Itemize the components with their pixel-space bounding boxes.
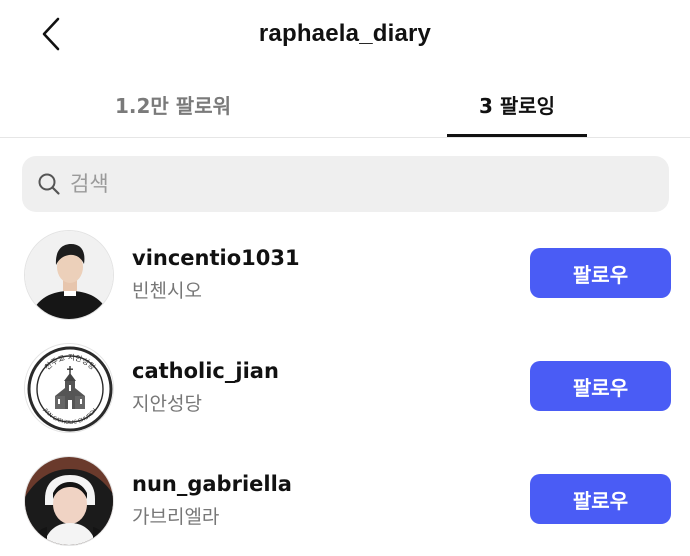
tab-bar: 1.2만 팔로워 3 팔로잉: [0, 70, 690, 138]
full-name: 빈첸시오: [132, 280, 202, 302]
full-name: 지안성당: [132, 393, 202, 415]
search-input[interactable]: [70, 172, 630, 196]
full-name: 가브리엘라: [132, 506, 220, 528]
username[interactable]: vincentio1031: [132, 246, 300, 270]
username[interactable]: catholic_jian: [132, 359, 279, 383]
username[interactable]: nun_gabriella: [132, 472, 292, 496]
list-item[interactable]: vincentio1031 빈첸시오 팔로우: [0, 224, 690, 324]
search-bar[interactable]: [22, 156, 669, 212]
header: raphaela_diary: [0, 0, 690, 70]
follow-button[interactable]: 팔로우: [530, 248, 671, 298]
search-icon: [36, 171, 62, 197]
list-item[interactable]: 천주교 지안성당 JIAN CATHOLIC CHURCH catholic_j…: [0, 337, 690, 437]
tab-following[interactable]: 3 팔로잉: [397, 70, 637, 138]
active-tab-indicator: [447, 134, 587, 137]
tab-followers[interactable]: 1.2만 팔로워: [53, 70, 293, 138]
avatar[interactable]: [24, 456, 114, 546]
follow-button[interactable]: 팔로우: [530, 361, 671, 411]
page-title: raphaela_diary: [258, 20, 432, 47]
list-item[interactable]: nun_gabriella 가브리엘라 팔로우: [0, 450, 690, 550]
avatar[interactable]: 천주교 지안성당 JIAN CATHOLIC CHURCH: [24, 343, 114, 433]
avatar[interactable]: [24, 230, 114, 320]
follow-button[interactable]: 팔로우: [530, 474, 671, 524]
